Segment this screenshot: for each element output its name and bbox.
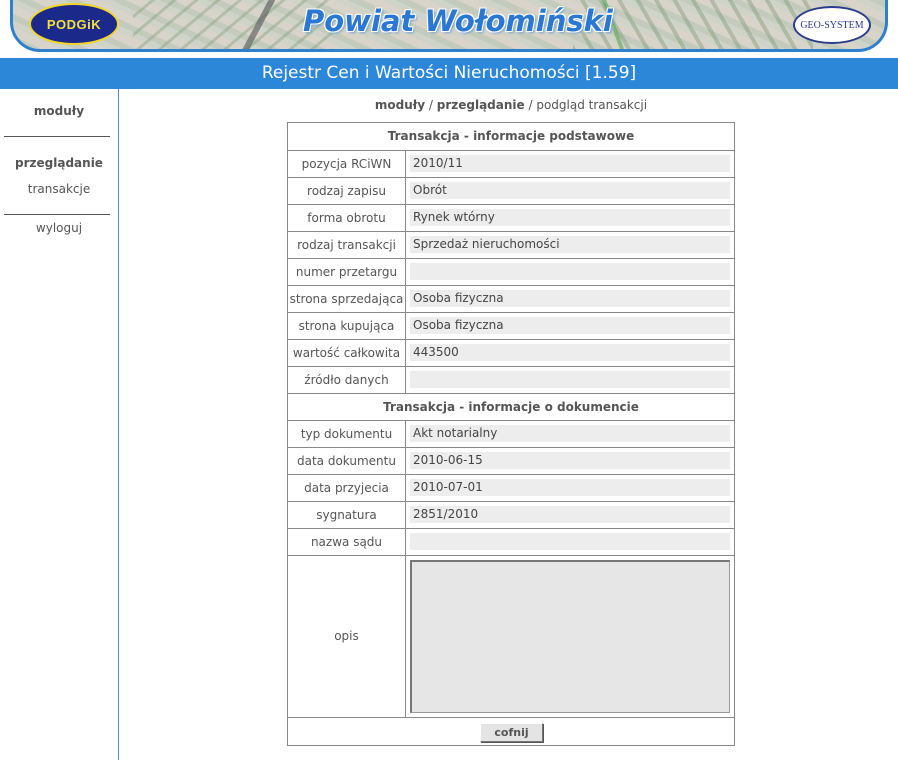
sidebar-modules-link[interactable]: moduły [0, 104, 118, 118]
sidebar-divider [4, 136, 110, 137]
field-row-signature: sygnatura 2851/2010 [288, 501, 734, 528]
field-label: numer przetargu [288, 259, 406, 285]
field-row-description: opis [288, 555, 734, 717]
field-label: forma obrotu [288, 205, 406, 231]
breadcrumb: moduły / przeglądanie / podgląd transakc… [287, 98, 735, 112]
field-row-trade-form: forma obrotu Rynek wtórny [288, 204, 734, 231]
field-label: rodzaj transakcji [288, 232, 406, 258]
total-value-field: 443500 [410, 344, 730, 361]
acceptance-date-field: 2010-07-01 [410, 479, 730, 496]
breadcrumb-browse[interactable]: przeglądanie [437, 98, 525, 112]
app-title: Rejestr Cen i Wartości Nieruchomości [1.… [261, 63, 637, 83]
back-button[interactable]: cofnij [480, 723, 543, 742]
podgik-logo: PODGiK [29, 3, 119, 45]
seller-field: Osoba fizyczna [410, 290, 730, 307]
field-label: rodzaj zapisu [288, 178, 406, 204]
field-row-seller: strona sprzedająca Osoba fizyczna [288, 285, 734, 312]
section-document-info: Transakcja - informacje o dokumencie [288, 393, 734, 420]
tender-number-field [410, 263, 730, 280]
field-label: strona kupująca [288, 313, 406, 339]
document-date-field: 2010-06-15 [410, 452, 730, 469]
field-row-rciwn: pozycja RCiWN 2010/11 [288, 150, 734, 177]
field-row-acceptance-date: data przyjecia 2010-07-01 [288, 474, 734, 501]
breadcrumb-current: podgląd transakcji [536, 98, 648, 112]
sidebar-item-logout[interactable]: wyloguj [0, 221, 118, 235]
signature-field: 2851/2010 [410, 506, 730, 523]
transaction-form: Transakcja - informacje podstawowe pozyc… [287, 122, 735, 746]
county-title: Powiat Wołomiński [303, 4, 613, 38]
button-row: cofnij [288, 717, 734, 745]
field-row-buyer: strona kupująca Osoba fizyczna [288, 312, 734, 339]
field-label: źródło danych [288, 367, 406, 393]
field-row-transaction-type: rodzaj transakcji Sprzedaż nieruchomości [288, 231, 734, 258]
breadcrumb-separator: / [524, 98, 537, 112]
data-source-field [410, 371, 730, 388]
geo-system-logo: GEO-SYSTEM [793, 6, 871, 44]
sidebar: moduły przeglądanie transakcje wyloguj [0, 89, 119, 760]
field-label: data przyjecia [288, 475, 406, 501]
buyer-field: Osoba fizyczna [410, 317, 730, 334]
breadcrumb-modules[interactable]: moduły [375, 98, 425, 112]
description-textarea[interactable] [410, 560, 730, 713]
record-type-field: Obrót [410, 182, 730, 199]
court-name-field [410, 533, 730, 550]
sidebar-divider [4, 214, 110, 215]
field-label: strona sprzedająca [288, 286, 406, 312]
field-row-record-type: rodzaj zapisu Obrót [288, 177, 734, 204]
field-row-total-value: wartość całkowita 443500 [288, 339, 734, 366]
field-label: wartość całkowita [288, 340, 406, 366]
header-banner: PODGiK Powiat Wołomiński GEO-SYSTEM [10, 0, 888, 52]
podgik-logo-text: PODGiK [46, 16, 102, 32]
sidebar-item-transactions[interactable]: transakcje [0, 182, 118, 196]
field-row-data-source: źródło danych [288, 366, 734, 393]
field-label: opis [288, 556, 406, 717]
trade-form-field: Rynek wtórny [410, 209, 730, 226]
field-label: data dokumentu [288, 448, 406, 474]
field-row-tender-number: numer przetargu [288, 258, 734, 285]
geo-system-logo-text: GEO-SYSTEM [800, 19, 864, 31]
app-title-bar: Rejestr Cen i Wartości Nieruchomości [1.… [0, 58, 898, 89]
sidebar-browse-heading: przeglądanie [15, 156, 103, 170]
field-label: nazwa sądu [288, 529, 406, 555]
field-row-court-name: nazwa sądu [288, 528, 734, 555]
field-label: sygnatura [288, 502, 406, 528]
document-type-field: Akt notarialny [410, 425, 730, 442]
field-label: typ dokumentu [288, 421, 406, 447]
breadcrumb-separator: / [425, 98, 437, 112]
field-row-document-type: typ dokumentu Akt notarialny [288, 420, 734, 447]
field-row-document-date: data dokumentu 2010-06-15 [288, 447, 734, 474]
field-label: pozycja RCiWN [288, 151, 406, 177]
rciwn-field: 2010/11 [410, 155, 730, 172]
section-basic-info: Transakcja - informacje podstawowe [387, 129, 635, 143]
transaction-type-field: Sprzedaż nieruchomości [410, 236, 730, 253]
